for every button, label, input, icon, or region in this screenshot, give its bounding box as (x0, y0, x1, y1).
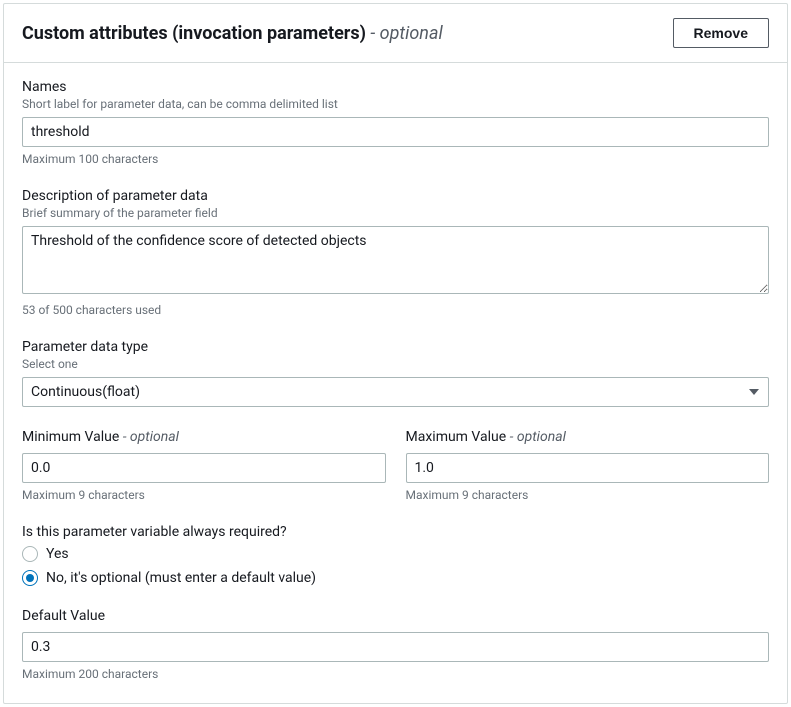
max-value-label: Maximum Value (406, 429, 507, 445)
max-value-input[interactable] (406, 453, 770, 483)
description-input[interactable] (22, 226, 769, 294)
default-value-hint: Maximum 200 characters (22, 667, 769, 681)
min-value-label-suffix: - optional (119, 429, 179, 445)
max-value-field: Maximum Value - optional Maximum 9 chara… (406, 429, 770, 502)
max-value-hint: Maximum 9 characters (406, 488, 770, 502)
required-radio-no-row: No, it's optional (must enter a default … (22, 570, 769, 586)
required-radio-no[interactable] (22, 570, 38, 586)
data-type-select-wrap: Continuous(float) (22, 377, 769, 407)
min-value-label: Minimum Value (22, 429, 119, 445)
data-type-sublabel: Select one (22, 357, 769, 371)
data-type-label: Parameter data type (22, 339, 769, 355)
required-radio-no-label: No, it's optional (must enter a default … (46, 570, 316, 586)
names-input[interactable] (22, 117, 769, 147)
max-value-label-suffix: - optional (506, 429, 566, 445)
min-max-row: Minimum Value - optional Maximum 9 chara… (22, 429, 769, 524)
required-label: Is this parameter variable always requir… (22, 524, 769, 540)
names-sublabel: Short label for parameter data, can be c… (22, 97, 769, 111)
names-field: Names Short label for parameter data, ca… (22, 79, 769, 166)
required-radio-yes-row: Yes (22, 546, 769, 562)
required-radio-group: Yes No, it's optional (must enter a defa… (22, 546, 769, 586)
description-field: Description of parameter data Brief summ… (22, 188, 769, 317)
default-value-input[interactable] (22, 632, 769, 662)
required-radio-yes[interactable] (22, 546, 38, 562)
min-value-field: Minimum Value - optional Maximum 9 chara… (22, 429, 386, 502)
names-hint: Maximum 100 characters (22, 152, 769, 166)
panel-header: Custom attributes (invocation parameters… (4, 4, 787, 63)
data-type-field: Parameter data type Select one Continuou… (22, 339, 769, 407)
min-value-label-wrap: Minimum Value - optional (22, 429, 386, 445)
panel-body: Names Short label for parameter data, ca… (4, 63, 787, 703)
description-hint: 53 of 500 characters used (22, 303, 769, 317)
default-value-field: Default Value Maximum 200 characters (22, 608, 769, 681)
panel-title-wrap: Custom attributes (invocation parameters… (22, 23, 443, 44)
custom-attributes-panel: Custom attributes (invocation parameters… (3, 3, 788, 704)
description-sublabel: Brief summary of the parameter field (22, 206, 769, 220)
panel-title-suffix: - optional (366, 23, 443, 44)
min-value-input[interactable] (22, 453, 386, 483)
names-label: Names (22, 79, 769, 95)
max-value-label-wrap: Maximum Value - optional (406, 429, 770, 445)
required-field: Is this parameter variable always requir… (22, 524, 769, 586)
required-radio-yes-label: Yes (46, 546, 69, 562)
min-value-hint: Maximum 9 characters (22, 488, 386, 502)
default-value-label: Default Value (22, 608, 769, 624)
data-type-select[interactable]: Continuous(float) (22, 377, 769, 407)
description-label: Description of parameter data (22, 188, 769, 204)
panel-title: Custom attributes (invocation parameters… (22, 23, 366, 44)
remove-button[interactable]: Remove (673, 18, 769, 48)
